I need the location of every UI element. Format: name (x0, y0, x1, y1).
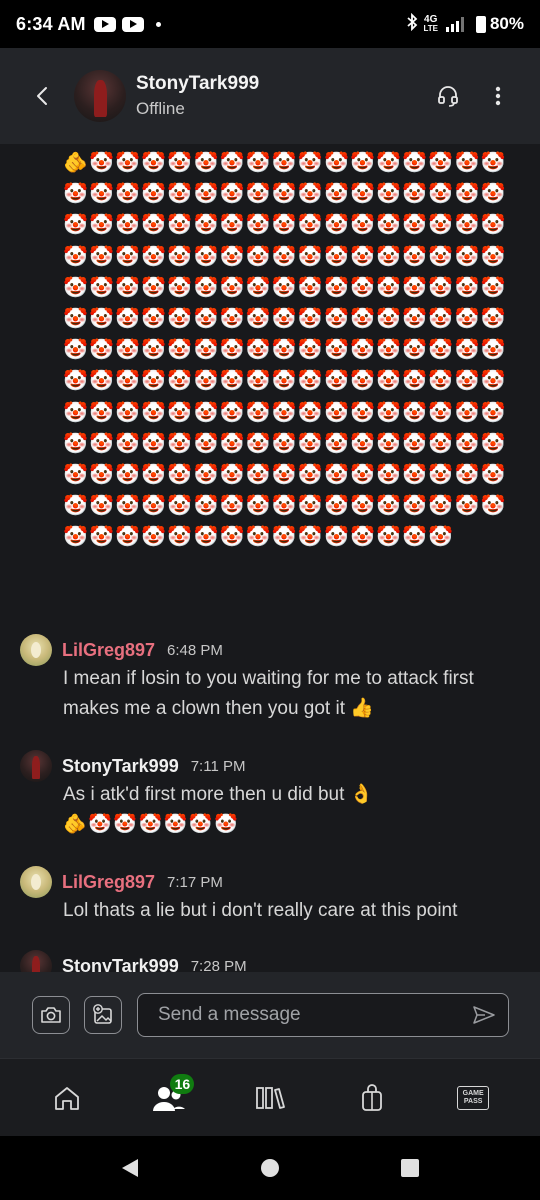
tab-friends[interactable]: 16 (140, 1070, 196, 1126)
square-recents-icon (401, 1159, 419, 1177)
back-button[interactable] (22, 76, 62, 116)
notification-dot-icon (155, 21, 161, 27)
more-vertical-icon (495, 86, 501, 106)
author-name[interactable]: StonyTark999 (62, 956, 179, 973)
nav-recents-button[interactable] (386, 1144, 434, 1192)
chat-message: StonyTark999 7:11 PM As i atk'd first mo… (20, 750, 530, 840)
message-composer (0, 972, 540, 1058)
game-pass-icon: GAME PASS (457, 1085, 490, 1110)
youtube-icon (121, 16, 144, 32)
triangle-back-icon (122, 1159, 138, 1177)
contact-avatar[interactable] (74, 70, 126, 122)
message-input-box[interactable] (137, 993, 509, 1037)
nav-back-button[interactable] (106, 1144, 154, 1192)
message-time: 7:11 PM (190, 757, 246, 775)
contact-presence: Offline (136, 99, 185, 118)
status-time: 6:34 AM (16, 13, 86, 34)
message-time: 7:17 PM (167, 873, 223, 891)
battery-icon (475, 15, 486, 33)
author-name[interactable]: StonyTark999 (62, 756, 179, 777)
send-button[interactable] (470, 1001, 498, 1029)
tab-library[interactable] (242, 1070, 298, 1126)
tab-store[interactable] (344, 1070, 400, 1126)
author-avatar[interactable] (20, 750, 52, 782)
circle-home-icon (261, 1159, 279, 1177)
add-image-button[interactable] (84, 996, 122, 1034)
nav-home-button[interactable] (246, 1144, 294, 1192)
chat-message: StonyTark999 7:28 PM (20, 950, 530, 972)
emoji-message: 🫵🤡🤡🤡🤡🤡🤡🤡🤡🤡🤡🤡🤡🤡🤡🤡🤡🤡🤡🤡🤡🤡🤡🤡🤡🤡🤡🤡🤡🤡🤡🤡🤡🤡🤡🤡🤡🤡🤡🤡… (63, 152, 507, 549)
bottom-tab-bar: 16 GAME PASS (0, 1058, 540, 1136)
tab-game-pass[interactable]: GAME PASS (445, 1070, 501, 1126)
message-time: 7:28 PM (190, 957, 247, 973)
bluetooth-icon (405, 12, 419, 36)
network-type: 4G LTE (423, 14, 438, 34)
more-options-button[interactable] (482, 80, 514, 112)
library-icon (256, 1086, 285, 1109)
back-chevron-icon (37, 87, 47, 105)
chat-thread[interactable]: 🫵🤡🤡🤡🤡🤡🤡🤡🤡🤡🤡🤡🤡🤡🤡🤡🤡🤡🤡🤡🤡🤡🤡🤡🤡🤡🤡🤡🤡🤡🤡🤡🤡🤡🤡🤡🤡🤡🤡🤡… (0, 144, 540, 972)
party-headset-icon (438, 86, 458, 107)
message-emoji-line: 🫵🤡🤡🤡🤡🤡🤡 (63, 814, 240, 835)
youtube-icon (93, 16, 116, 32)
chat-message: LilGreg897 6:48 PM I mean if losin to yo… (20, 634, 530, 724)
camera-icon (41, 1007, 61, 1023)
author-name[interactable]: LilGreg897 (62, 872, 155, 893)
chat-header: StonyTark999 Offline (0, 48, 540, 144)
battery-level: 80% (489, 14, 524, 33)
chat-message: LilGreg897 7:17 PM Lol thats a lie but i… (20, 866, 530, 926)
store-icon (361, 1083, 382, 1111)
image-add-icon (93, 1004, 112, 1024)
camera-button[interactable] (32, 996, 70, 1034)
message-text: Lol thats a lie but i don't really care … (63, 900, 458, 921)
friends-badge: 16 (170, 1073, 195, 1094)
message-text: I mean if losin to you waiting for me to… (63, 668, 474, 719)
message-text: As i atk'd first more then u did but 👌 (63, 784, 374, 805)
send-icon (473, 1006, 495, 1024)
status-bar: 6:34 AM 4G LTE 80% (0, 0, 540, 48)
tab-home[interactable] (39, 1070, 95, 1126)
party-headset-button[interactable] (432, 80, 464, 112)
home-icon (54, 1086, 79, 1110)
message-time: 6:48 PM (167, 641, 223, 659)
message-input[interactable] (158, 1004, 470, 1026)
author-avatar[interactable] (20, 634, 52, 666)
author-avatar[interactable] (20, 950, 52, 972)
system-nav-bar (0, 1136, 540, 1200)
author-avatar[interactable] (20, 866, 52, 898)
contact-name[interactable]: StonyTark999 (136, 73, 259, 95)
signal-icon (445, 16, 464, 32)
author-name[interactable]: LilGreg897 (62, 640, 155, 661)
